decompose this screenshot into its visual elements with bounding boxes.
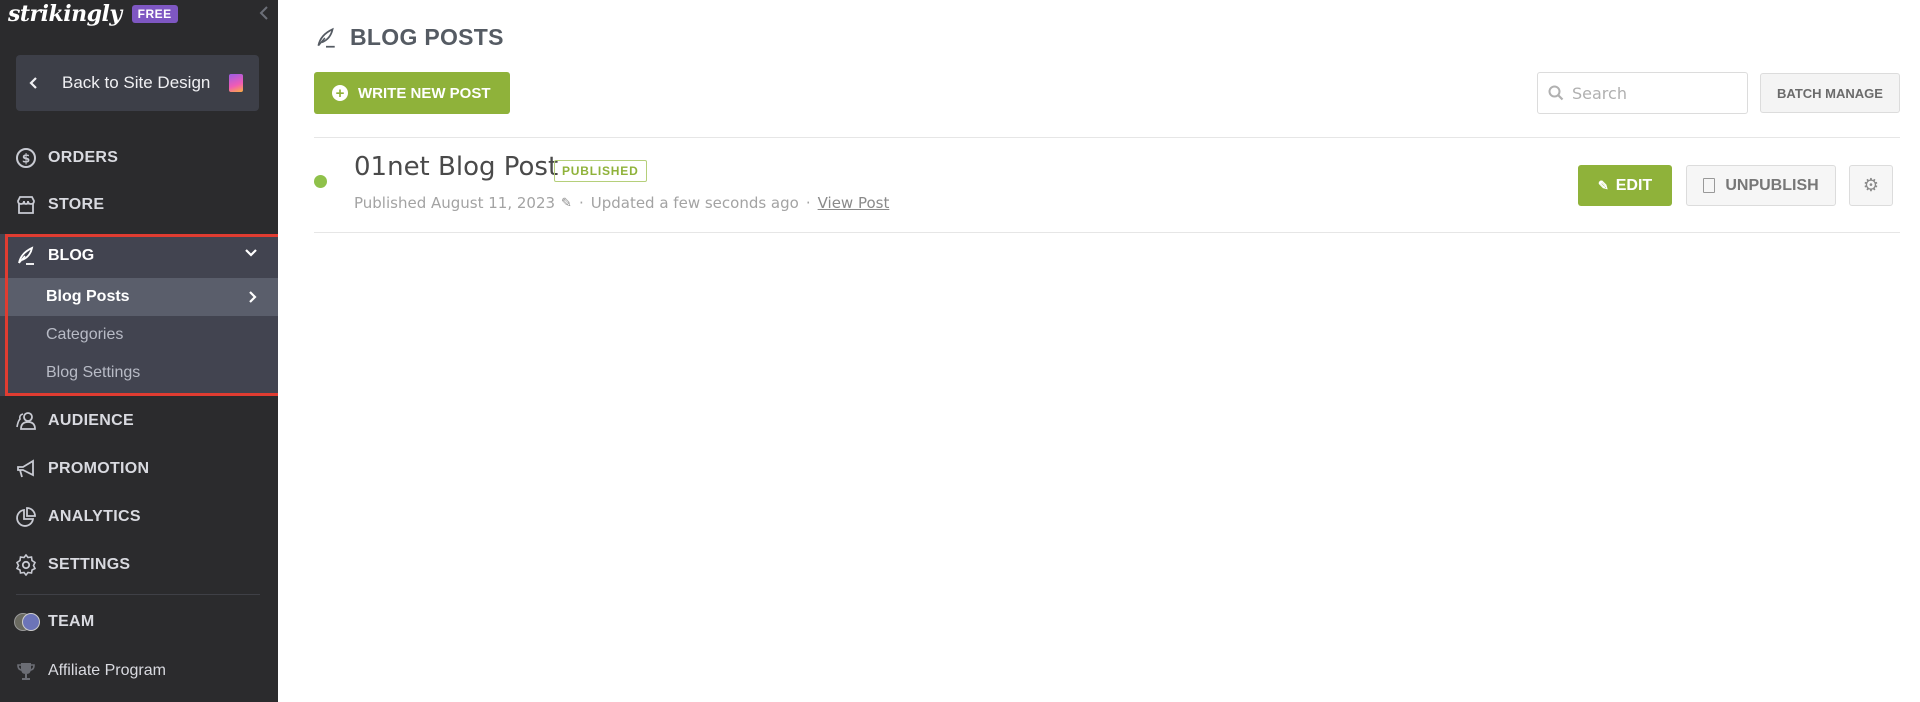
list-bottom-divider [314, 232, 1900, 233]
back-to-site-design-button[interactable]: Back to Site Design [16, 55, 259, 111]
chevron-down-icon [245, 249, 257, 257]
plan-badge[interactable]: FREE [131, 5, 178, 23]
sidebar-item-label: TEAM [48, 613, 95, 630]
app-root: strikingly FREE Back to Site Design $ OR… [0, 0, 1920, 702]
blog-menu-group: BLOG Blog Posts Categories Blog Settings [0, 234, 278, 396]
unpublish-button[interactable]: UNPUBLISH [1686, 165, 1836, 206]
meta-separator: · [578, 194, 584, 212]
edit-date-pencil-icon[interactable]: ✎ [561, 196, 572, 211]
sidebar-item-label: SETTINGS [48, 556, 131, 573]
subitem-label: Blog Posts [46, 288, 130, 305]
edit-button-label: EDIT [1615, 176, 1653, 194]
plus-circle-icon: + [332, 85, 348, 101]
sidebar-item-label: AUDIENCE [48, 412, 134, 429]
search-field[interactable] [1537, 72, 1748, 114]
sidebar-item-orders[interactable]: $ ORDERS [0, 138, 278, 178]
store-icon [14, 193, 38, 217]
feather-pen-icon [14, 244, 38, 268]
sidebar-item-blog[interactable]: BLOG [0, 234, 278, 278]
sidebar-divider [16, 594, 260, 595]
sidebar-item-label: ANALYTICS [48, 508, 141, 525]
chevron-left-icon [29, 77, 37, 89]
svg-text:$: $ [22, 152, 30, 166]
status-badge: PUBLISHED [554, 160, 647, 182]
sidebar-item-audience[interactable]: AUDIENCE [0, 401, 278, 441]
sidebar: strikingly FREE Back to Site Design $ OR… [0, 0, 286, 702]
logo-row: strikingly FREE [8, 0, 178, 28]
sidebar-item-label: STORE [48, 196, 105, 213]
sidebar-item-team[interactable]: TEAM [0, 602, 278, 642]
published-date: Published August 11, 2023 [354, 194, 556, 212]
edit-post-button[interactable]: ✎ EDIT [1578, 165, 1672, 206]
feather-pen-icon [317, 27, 335, 48]
subitem-label: Blog Settings [46, 364, 141, 381]
sidebar-item-settings[interactable]: SETTINGS [0, 545, 278, 585]
pencil-icon: ✎ [1597, 177, 1609, 193]
updated-time: Updated a few seconds ago [590, 194, 799, 212]
post-title[interactable]: 01net Blog Post [354, 152, 558, 182]
gear-icon [14, 553, 38, 577]
gear-icon: ⚙ [1862, 175, 1880, 195]
post-settings-button[interactable]: ⚙ [1849, 165, 1893, 206]
sidebar-item-label: BLOG [48, 247, 95, 264]
team-avatars-icon [14, 610, 40, 634]
sidebar-item-label: ORDERS [48, 149, 119, 166]
page-title: BLOG POSTS [314, 24, 504, 51]
search-icon [1548, 85, 1564, 101]
post-meta: Published August 11, 2023 ✎ · Updated a … [354, 194, 889, 212]
dollar-circle-icon: $ [14, 146, 38, 170]
pie-chart-icon [14, 505, 38, 529]
write-new-post-button[interactable]: + WRITE NEW POST [314, 72, 510, 114]
back-button-label: Back to Site Design [62, 73, 211, 92]
page-title-text: BLOG POSTS [350, 24, 504, 50]
subitem-label: Categories [46, 326, 124, 343]
sidebar-subitem-categories[interactable]: Categories [0, 316, 278, 354]
view-post-link[interactable]: View Post [818, 194, 890, 212]
sidebar-item-label: PROMOTION [48, 460, 150, 477]
sidebar-item-store[interactable]: STORE [0, 185, 278, 225]
write-button-label: WRITE NEW POST [358, 84, 491, 102]
megaphone-icon [14, 457, 38, 481]
unpublish-button-label: UNPUBLISH [1725, 176, 1819, 194]
published-status-dot [314, 175, 327, 188]
chevron-right-icon [249, 291, 257, 303]
meta-separator: · [805, 194, 811, 212]
trophy-icon [14, 659, 38, 683]
sidebar-subitem-blog-settings[interactable]: Blog Settings [0, 354, 278, 392]
sidebar-subitem-blog-posts[interactable]: Blog Posts [0, 278, 278, 316]
main-content: BLOG POSTS + WRITE NEW POST BATCH MANAGE… [278, 0, 1920, 702]
batch-manage-button[interactable]: BATCH MANAGE [1760, 73, 1900, 113]
collapse-sidebar-button[interactable] [258, 4, 272, 22]
chevron-left-icon [259, 6, 268, 20]
logo[interactable]: strikingly [8, 1, 122, 27]
sidebar-item-affiliate-program[interactable]: Affiliate Program [0, 651, 278, 691]
search-input[interactable] [1572, 83, 1742, 103]
sidebar-item-promotion[interactable]: PROMOTION [0, 449, 278, 489]
users-icon [14, 409, 38, 433]
sidebar-item-analytics[interactable]: ANALYTICS [0, 497, 278, 537]
sidebar-item-label: Affiliate Program [48, 662, 166, 679]
site-doc-icon [229, 74, 243, 92]
document-icon [1703, 178, 1716, 193]
